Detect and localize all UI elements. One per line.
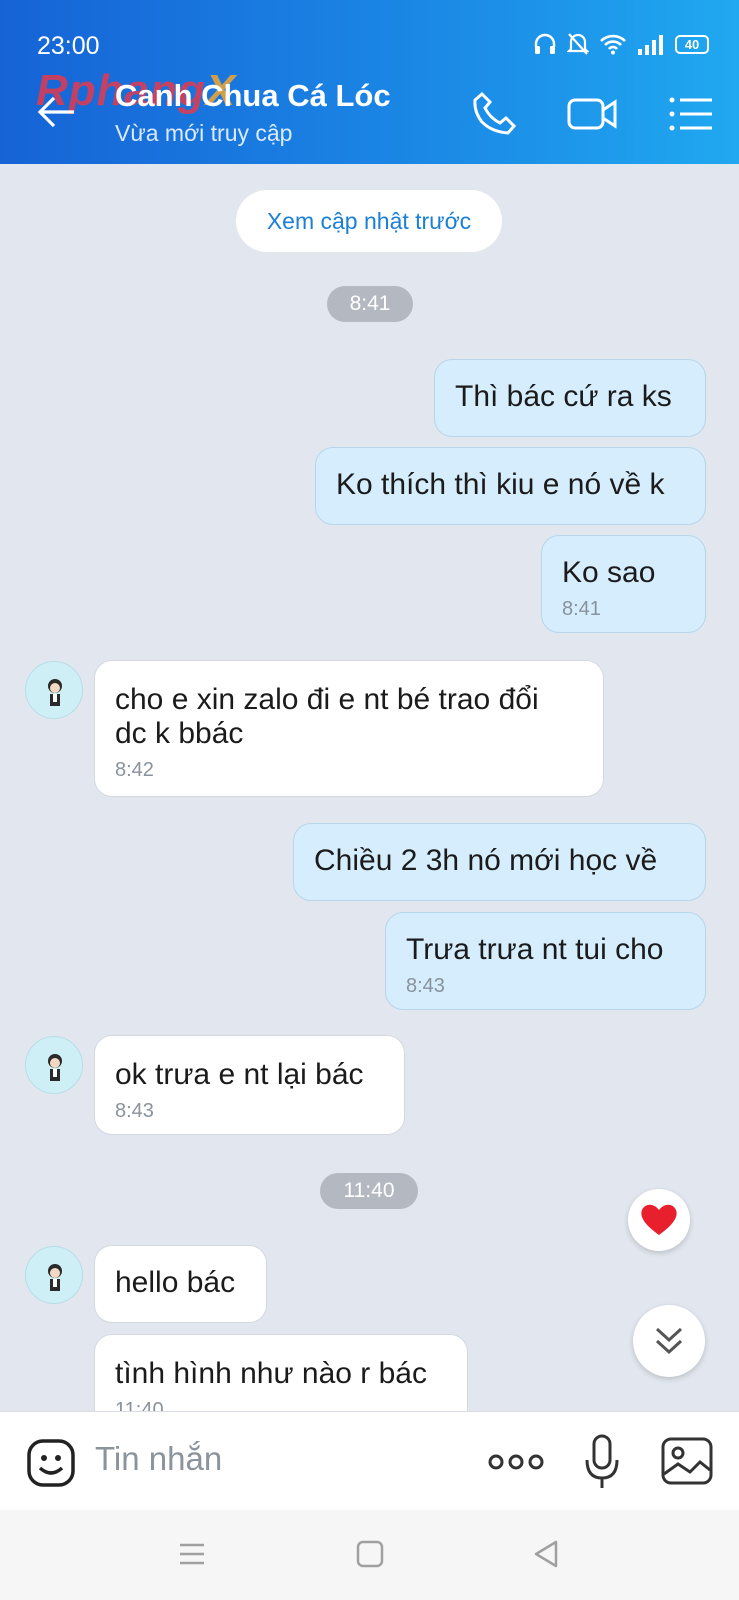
message-bubble-incoming[interactable]: cho e xin zalo đi e nt bé trao đổi dc k … [94, 660, 604, 797]
avatar[interactable] [25, 661, 83, 719]
chat-header: RphangX Canh Chua Cá Lóc Vừa mới truy cậ… [0, 64, 739, 164]
contact-status: Vừa mới truy cập [115, 120, 293, 146]
contact-name[interactable]: Canh Chua Cá Lóc [115, 78, 391, 114]
back-triangle-icon[interactable] [526, 1534, 566, 1574]
message-bubble-outgoing[interactable]: Ko thích thì kiu e nó về k [315, 447, 706, 525]
message-input[interactable]: Tin nhắn [95, 1440, 222, 1478]
message-text: Thì bác cứ ra ks [455, 380, 672, 413]
back-arrow-icon[interactable] [34, 90, 78, 134]
message-text: Ko thích thì kiu e nó về k [336, 468, 665, 501]
time-divider: 8:41 [327, 286, 413, 322]
avatar-figure-icon [48, 679, 62, 706]
message-time: 11:40 [115, 1399, 164, 1411]
recent-apps-icon[interactable] [172, 1534, 212, 1574]
scroll-down-button[interactable] [633, 1305, 705, 1377]
message-text: hello bác [115, 1266, 236, 1299]
signal-icon [638, 35, 663, 55]
message-bubble-incoming[interactable]: tình hình như nào r bác 11:40 [94, 1334, 468, 1411]
image-icon[interactable] [660, 1436, 714, 1486]
headphones-icon [534, 33, 556, 54]
status-icons: 40 [533, 32, 709, 56]
phone-icon[interactable] [468, 88, 520, 140]
message-time: 8:43 [406, 975, 445, 997]
sticker-icon[interactable] [26, 1438, 76, 1488]
double-chevron-down-icon [655, 1327, 683, 1355]
system-nav-bar [0, 1510, 739, 1600]
home-icon[interactable] [350, 1534, 390, 1574]
time-divider: 11:40 [320, 1173, 418, 1209]
message-bubble-outgoing[interactable]: Thì bác cứ ra ks [434, 359, 706, 437]
avatar[interactable] [25, 1036, 83, 1094]
more-dots-icon[interactable] [486, 1448, 546, 1476]
menu-list-icon[interactable] [664, 88, 716, 140]
message-text: Trưa trưa nt tui cho [406, 933, 664, 966]
microphone-icon[interactable] [582, 1432, 622, 1492]
message-text-line: cho e xin zalo đi e nt bé trao đổi [115, 683, 539, 716]
message-time: 8:43 [115, 1100, 154, 1122]
video-camera-icon[interactable] [566, 88, 618, 140]
avatar-figure-icon [48, 1264, 62, 1291]
message-text: Chiều 2 3h nó mới học về [314, 844, 658, 877]
message-text-line: dc k bbác [115, 717, 244, 750]
status-time: 23:00 [37, 32, 100, 60]
load-previous-button[interactable]: Xem cập nhật trước [236, 190, 502, 252]
message-time: 8:42 [115, 759, 154, 781]
message-composer: Tin nhắn [0, 1411, 739, 1510]
avatar[interactable] [25, 1246, 83, 1304]
status-bar: 23:00 40 [0, 0, 739, 64]
message-bubble-outgoing[interactable]: Chiều 2 3h nó mới học về [293, 823, 706, 901]
message-bubble-incoming[interactable]: hello bác [94, 1245, 267, 1323]
heart-icon [641, 1204, 677, 1235]
avatar-figure-icon [48, 1054, 62, 1081]
bell-muted-icon [567, 33, 589, 55]
wifi-icon [600, 34, 626, 55]
battery-icon: 40 [675, 34, 709, 54]
message-bubble-outgoing[interactable]: Ko sao 8:41 [541, 535, 706, 633]
message-bubble-outgoing[interactable]: Trưa trưa nt tui cho 8:43 [385, 912, 706, 1010]
message-time: 8:41 [562, 598, 601, 620]
message-text: tình hình như nào r bác [115, 1357, 427, 1390]
message-bubble-incoming[interactable]: ok trưa e nt lại bác 8:43 [94, 1035, 405, 1135]
message-text: Ko sao [562, 556, 656, 589]
react-heart-button[interactable] [628, 1189, 690, 1251]
message-text: ok trưa e nt lại bác [115, 1058, 364, 1091]
